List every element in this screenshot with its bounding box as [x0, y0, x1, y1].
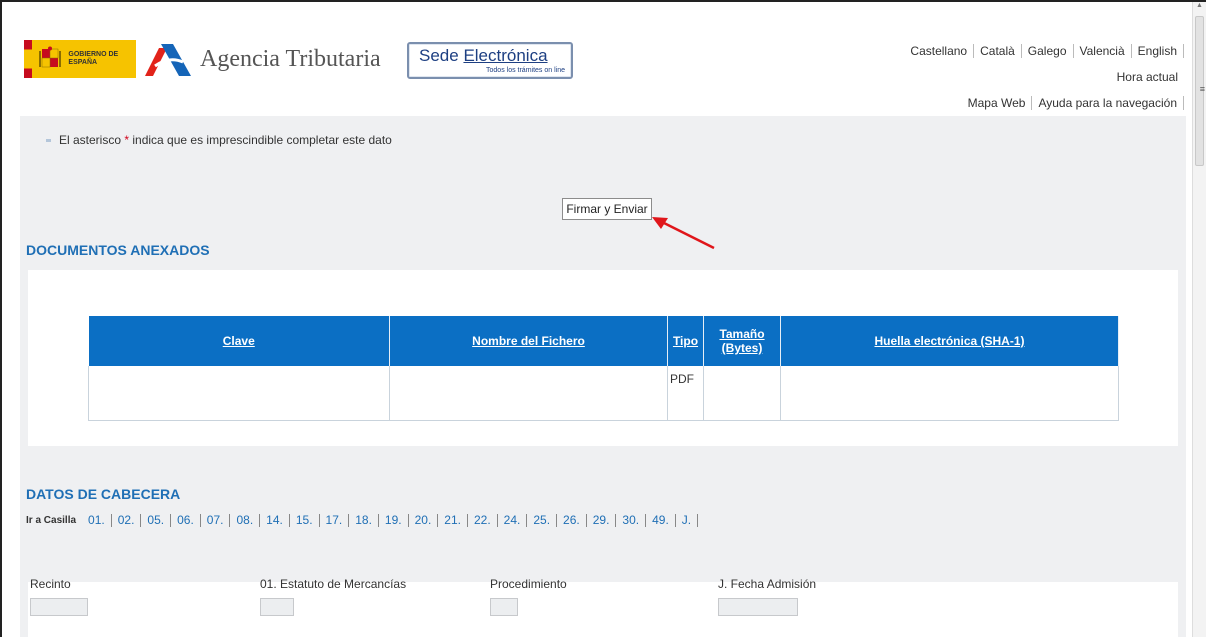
required-fields-note: El asterisco * indica que es imprescindi…	[46, 133, 392, 147]
estatuto-mercancias-label: 01. Estatuto de Mercancías	[260, 577, 407, 591]
column-header-clave[interactable]: Clave	[88, 316, 390, 366]
utility-nav: Mapa Web Ayuda para la navegación	[962, 96, 1184, 110]
sede-subtitle: Todos los trámites on line	[486, 67, 565, 74]
fecha-admision-field[interactable]	[718, 598, 798, 616]
gobierno-espana-logo[interactable]: GOBIERNO DE ESPAÑA	[24, 40, 136, 78]
casilla-link[interactable]: 19.	[379, 514, 409, 527]
sede-electronica-logo[interactable]: Sede Electrónica Todos los trámites on l…	[407, 42, 573, 79]
casilla-link[interactable]: 17.	[320, 514, 350, 527]
casilla-link[interactable]: 30.	[616, 514, 647, 527]
casilla-link[interactable]: 49.	[646, 514, 676, 527]
cell-tipo: PDF	[667, 366, 704, 421]
lang-castellano[interactable]: Castellano	[904, 44, 975, 58]
casilla-link[interactable]: 21.	[438, 514, 468, 527]
casilla-link[interactable]: 02.	[112, 514, 142, 527]
lang-english[interactable]: English	[1132, 44, 1184, 58]
datos-cabecera-title: DATOS DE CABECERA	[26, 486, 181, 502]
sede-title: Sede Electrónica	[419, 46, 548, 66]
documents-table: Clave Nombre del Fichero Tipo Tamaño (By…	[88, 316, 1119, 421]
mapa-web-link[interactable]: Mapa Web	[962, 96, 1033, 110]
documentos-anexados-title: DOCUMENTOS ANEXADOS	[26, 242, 210, 258]
cell-huella	[780, 366, 1119, 421]
cell-tamano	[703, 366, 781, 421]
casilla-link[interactable]: 15.	[290, 514, 320, 527]
casilla-link[interactable]: 06.	[171, 514, 201, 527]
casilla-link[interactable]: 20.	[409, 514, 439, 527]
gov-logo-text: GOBIERNO DE ESPAÑA	[68, 51, 119, 66]
lang-valencia[interactable]: Valencià	[1074, 44, 1132, 58]
vertical-scrollbar[interactable]: ▲	[1192, 2, 1206, 637]
column-header-tipo[interactable]: Tipo	[667, 316, 704, 366]
column-header-nombre-fichero[interactable]: Nombre del Fichero	[389, 316, 668, 366]
coat-of-arms-icon	[38, 45, 62, 73]
table-header-row: Clave Nombre del Fichero Tipo Tamaño (By…	[88, 316, 1119, 366]
site-header: GOBIERNO DE ESPAÑA Agencia Tributaria Se…	[2, 2, 1190, 114]
casilla-link[interactable]: 29.	[587, 514, 617, 527]
table-row: PDF	[88, 366, 1119, 421]
form-content: El asterisco * indica que es imprescindi…	[20, 116, 1186, 637]
hora-actual-link[interactable]: Hora actual	[1117, 70, 1178, 84]
recinto-field[interactable]	[30, 598, 88, 616]
casilla-link[interactable]: 26.	[557, 514, 587, 527]
side-marker-icon: ≡	[1199, 84, 1205, 94]
procedimiento-field[interactable]	[490, 598, 518, 616]
casilla-link[interactable]: 22.	[468, 514, 498, 527]
fecha-admision-label: J. Fecha Admisión	[718, 577, 817, 591]
bullet-icon	[46, 139, 51, 143]
casilla-link[interactable]: 14.	[260, 514, 290, 527]
red-annotation-arrow-icon	[652, 217, 715, 250]
casilla-link[interactable]: 05.	[141, 514, 172, 527]
scroll-up-icon[interactable]: ▲	[1196, 2, 1203, 9]
column-header-huella[interactable]: Huella electrónica (SHA-1)	[780, 316, 1119, 366]
documentos-anexados-panel: Clave Nombre del Fichero Tipo Tamaño (By…	[28, 270, 1178, 446]
firmar-y-enviar-button[interactable]: Firmar y Enviar	[562, 198, 652, 220]
casilla-navigation: Ir a Casilla 01. 02. 05. 06. 07. 08. 14.…	[26, 514, 699, 527]
casilla-link[interactable]: 25.	[527, 514, 558, 527]
casilla-link[interactable]: J.	[676, 514, 699, 527]
cell-nombre-fichero	[389, 366, 668, 421]
note-suffix: indica que es imprescindible completar e…	[129, 133, 392, 147]
casilla-link[interactable]: 08.	[230, 514, 261, 527]
note-prefix: El asterisco	[59, 133, 125, 147]
sede-title-part1: Sede	[419, 46, 464, 65]
language-selector: Castellano Català Galego Valencià Englis…	[904, 44, 1184, 58]
cabecera-fields-panel	[28, 582, 1178, 637]
column-header-tamano[interactable]: Tamaño (Bytes)	[703, 316, 781, 366]
casilla-link[interactable]: 18.	[349, 514, 379, 527]
lang-catala[interactable]: Català	[974, 44, 1022, 58]
estatuto-mercancias-field[interactable]	[260, 598, 294, 616]
casilla-link[interactable]: 07.	[201, 514, 231, 527]
sede-title-part2: Electrónica	[463, 46, 548, 65]
recinto-label: Recinto	[30, 577, 71, 591]
cell-clave	[88, 366, 390, 421]
ayuda-navegacion-link[interactable]: Ayuda para la navegación	[1032, 96, 1184, 110]
casilla-link[interactable]: 24.	[498, 514, 528, 527]
spain-flag-icon	[24, 40, 33, 78]
agencia-tributaria-logo-icon	[145, 44, 191, 76]
casilla-link[interactable]: 01.	[82, 514, 112, 527]
procedimiento-label: Procedimiento	[490, 577, 567, 591]
ir-a-casilla-label: Ir a Casilla	[26, 515, 77, 526]
agency-name: Agencia Tributaria	[200, 46, 381, 72]
lang-galego[interactable]: Galego	[1022, 44, 1074, 58]
